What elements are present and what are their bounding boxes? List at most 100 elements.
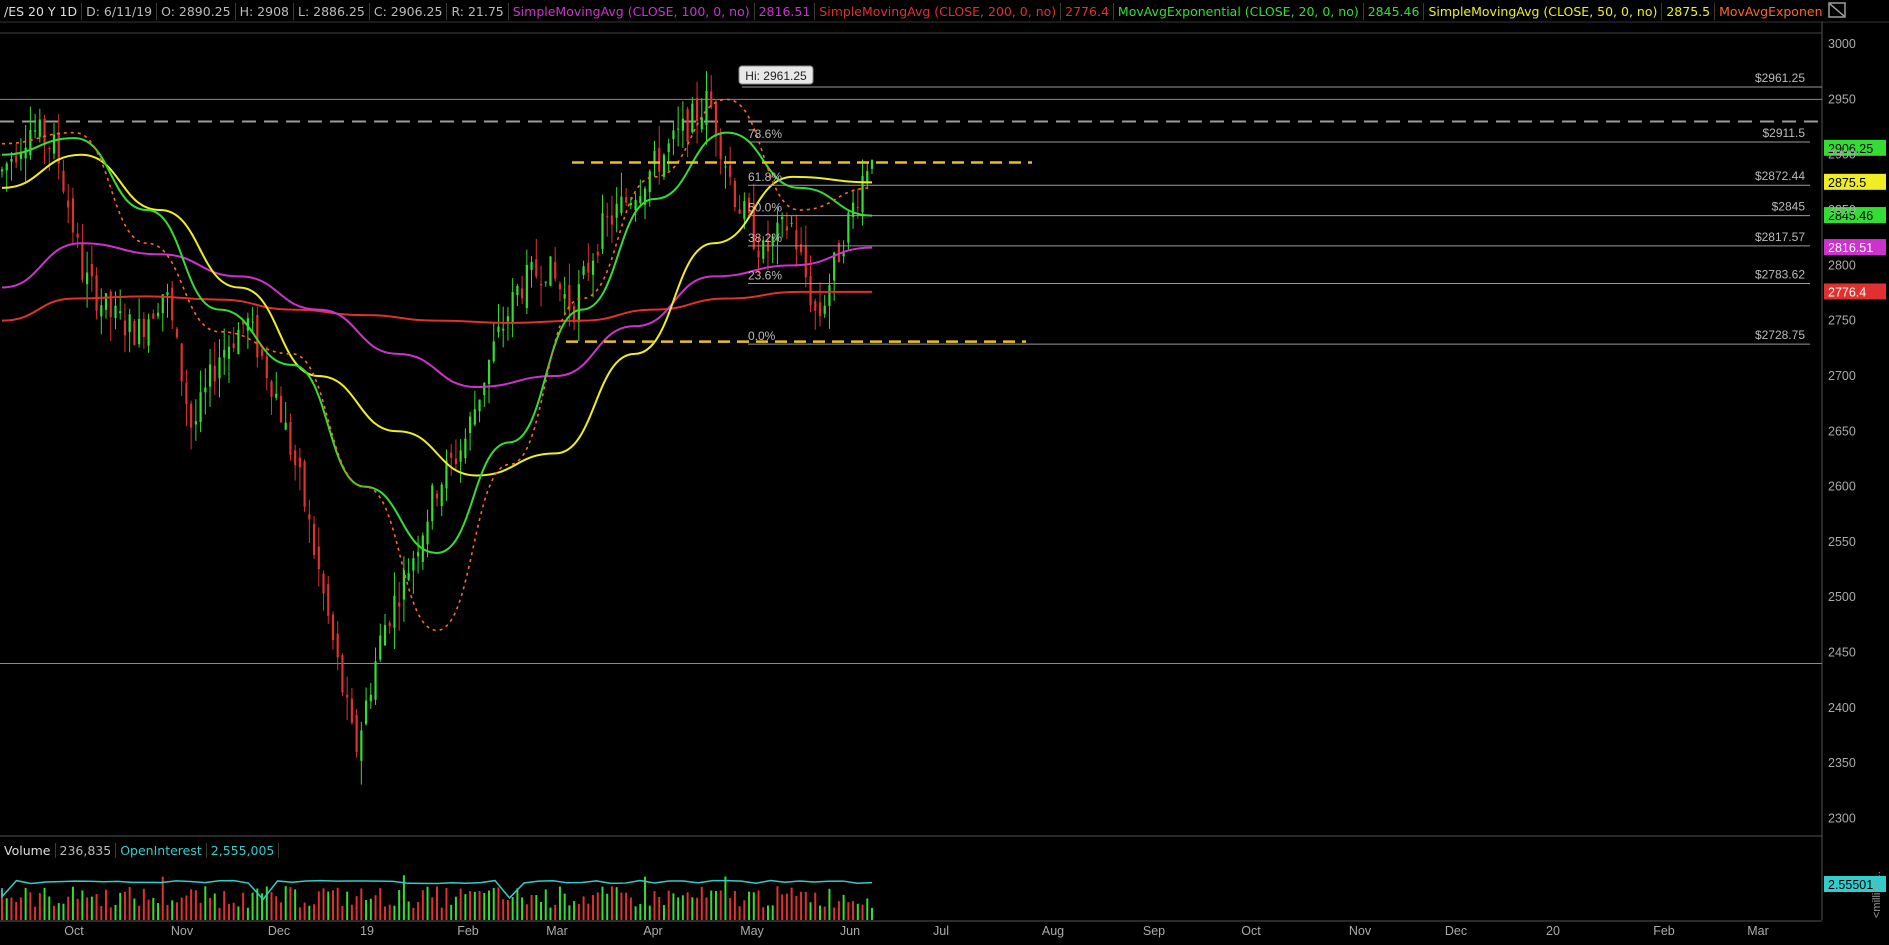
volume-bar: [128, 887, 131, 920]
volume-bar: [833, 907, 836, 920]
candle-body: [606, 216, 609, 218]
candle-body: [511, 292, 514, 323]
candle-body: [695, 97, 699, 122]
volume-bar: [691, 897, 694, 920]
candle-body: [104, 293, 108, 310]
volume-bar: [610, 886, 613, 920]
volume-bar: [24, 887, 27, 920]
candle-body: [554, 261, 557, 279]
fib-price-label: $2817.57: [1755, 230, 1805, 244]
volume-bar: [530, 894, 533, 920]
volume-bar: [681, 895, 684, 920]
candle-body: [213, 365, 216, 382]
candle-body: [256, 314, 259, 358]
x-tick-label: 19: [360, 924, 374, 938]
volume-bar: [331, 890, 334, 920]
price-badge-label: 2875.5: [1828, 176, 1866, 190]
volume-bar: [705, 897, 708, 920]
candle-body: [416, 552, 420, 557]
candle-body: [67, 200, 70, 208]
x-tick-label: Mar: [546, 924, 568, 938]
x-tick-label: Nov: [1349, 924, 1372, 938]
candle-body: [539, 283, 543, 286]
price-chart[interactable]: 78.6% $2911.5 61.8% $2872.44 50.0% $2845 38.2%…: [0, 0, 1889, 945]
ma-line-sma-100: [1, 242, 873, 389]
candle-body: [591, 260, 595, 275]
volume-bar: [440, 907, 443, 920]
volume-bar: [369, 898, 372, 920]
volume-bar: [492, 888, 495, 920]
volume-bar: [62, 903, 65, 920]
volume-bar: [34, 906, 37, 920]
volume-label[interactable]: Volume: [0, 842, 56, 858]
volume-bar: [828, 888, 831, 920]
x-tick-label: 20: [1546, 924, 1560, 938]
candle-body: [492, 341, 495, 362]
candle-body: [577, 284, 580, 323]
volume-bar: [601, 886, 604, 920]
y-tick-label: 2550: [1828, 535, 1856, 549]
candle-body: [459, 450, 462, 462]
candle-body: [298, 457, 301, 468]
volume-bar: [620, 892, 623, 920]
candle-body: [468, 416, 472, 434]
fib-price-label: $2872.44: [1755, 169, 1805, 183]
volume-bar: [795, 895, 798, 920]
volume-bar: [738, 906, 741, 920]
candle-body: [303, 461, 306, 507]
volume-bar: [5, 898, 8, 920]
volume-bar: [232, 902, 235, 920]
volume-bar: [696, 897, 699, 920]
volume-bar: [771, 905, 774, 920]
candle-body: [530, 261, 533, 271]
volume-bar: [194, 890, 197, 920]
y-tick-label: 2800: [1828, 258, 1856, 272]
candle-body: [123, 320, 127, 336]
volume-bar: [677, 897, 680, 920]
volume-bar: [667, 890, 670, 920]
candle-body: [388, 622, 391, 627]
time-axis: Oct Nov Dec 19 Feb Mar Apr May Jun Jul Aug Sep Oct No…: [64, 924, 1768, 938]
volume-axis-label: <million...: [1871, 871, 1883, 918]
y-tick-label: 2950: [1828, 92, 1856, 106]
x-tick-label: Dec: [1445, 924, 1467, 938]
candle-body: [549, 256, 552, 286]
volume-bar: [497, 887, 500, 920]
candle-body: [29, 129, 32, 156]
candle-body: [724, 166, 727, 168]
candle-body: [563, 294, 566, 299]
volume-bar: [800, 891, 803, 920]
volume-bar: [317, 891, 320, 920]
volume-bar: [294, 889, 297, 920]
open-interest-label[interactable]: OpenInterest: [116, 842, 207, 858]
volume-bar: [308, 905, 311, 920]
volume-bar: [724, 876, 727, 920]
price-badge-label: 2776.4: [1828, 285, 1866, 299]
volume-bar: [837, 901, 840, 920]
volume-bar: [67, 896, 70, 920]
y-tick-label: 2450: [1828, 645, 1856, 659]
candle-body: [275, 393, 278, 398]
volume-bar: [436, 886, 438, 920]
volume-bar: [861, 904, 864, 920]
volume-bar: [856, 903, 859, 920]
y-tick-label: 2700: [1828, 369, 1856, 383]
volume-bar: [265, 886, 268, 920]
candle-body: [648, 171, 651, 192]
volume-bar: [714, 891, 717, 920]
volume-bar: [53, 905, 56, 920]
volume-bar: [142, 888, 145, 920]
volume-bar: [700, 886, 703, 920]
hi-callout-label: Hi: 2961.25: [745, 69, 807, 83]
volume-bar: [365, 899, 368, 920]
volume-bar: [625, 892, 628, 920]
volume-bar: [48, 896, 51, 920]
volume-bar: [766, 905, 769, 920]
volume-bar: [842, 894, 845, 920]
volume-bar: [511, 896, 514, 920]
volume-bar: [123, 891, 126, 920]
volume-bar: [454, 896, 457, 920]
candle-body: [336, 633, 339, 658]
x-tick-label: Feb: [457, 924, 479, 938]
volume-bar: [346, 891, 349, 920]
